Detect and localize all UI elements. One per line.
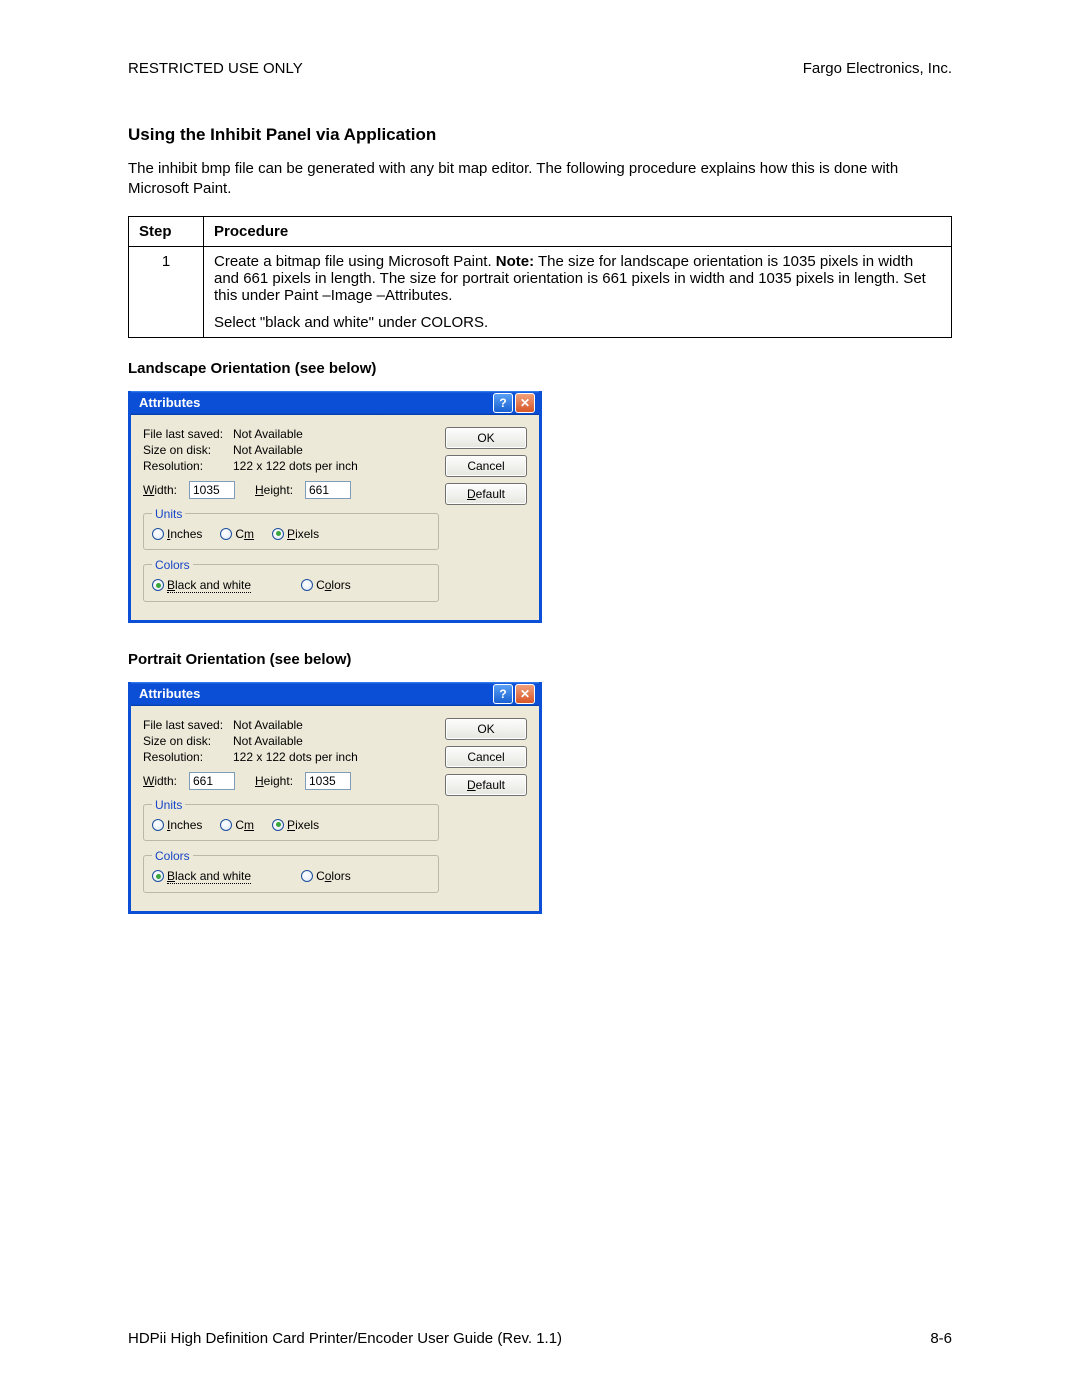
cancel-button[interactable]: Cancel — [445, 746, 527, 768]
radio-cm[interactable]: Cm — [220, 527, 254, 541]
header-left: RESTRICTED USE ONLY — [128, 60, 303, 77]
close-icon[interactable]: ✕ — [515, 684, 535, 704]
ok-button[interactable]: OK — [445, 718, 527, 740]
colors-group: Colors Black and white Colors — [143, 558, 439, 602]
radio-inches[interactable]: Inches — [152, 818, 202, 832]
width-label: Width: — [143, 483, 183, 497]
height-label: Height: — [255, 483, 299, 497]
dialog-title: Attributes — [139, 395, 200, 410]
height-input[interactable] — [305, 772, 351, 790]
default-button[interactable]: Default — [445, 774, 527, 796]
info-grid: File last saved:Not Available Size on di… — [143, 718, 439, 764]
radio-colors[interactable]: Colors — [301, 578, 351, 592]
info-grid: File last saved:Not Available Size on di… — [143, 427, 439, 473]
radio-bw[interactable]: Black and white — [152, 578, 251, 593]
default-button[interactable]: Default — [445, 483, 527, 505]
height-input[interactable] — [305, 481, 351, 499]
section-heading: Using the Inhibit Panel via Application — [128, 125, 952, 145]
radio-inches[interactable]: Inches — [152, 527, 202, 541]
dialog-title: Attributes — [139, 686, 200, 701]
page-footer: HDPii High Definition Card Printer/Encod… — [128, 1330, 952, 1347]
attributes-dialog-portrait: Attributes ? ✕ File last saved:Not Avail… — [128, 682, 542, 914]
header-right: Fargo Electronics, Inc. — [803, 60, 952, 77]
landscape-subhead: Landscape Orientation (see below) — [128, 360, 952, 377]
colors-group: Colors Black and white Colors — [143, 849, 439, 893]
step-number: 1 — [129, 246, 204, 337]
dialog-titlebar: Attributes ? ✕ — [131, 391, 539, 415]
col-procedure: Procedure — [204, 216, 952, 246]
radio-bw[interactable]: Black and white — [152, 869, 251, 884]
attributes-dialog-landscape: Attributes ? ✕ File last saved:Not Avail… — [128, 391, 542, 623]
step-procedure: Create a bitmap file using Microsoft Pai… — [204, 246, 952, 337]
width-input[interactable] — [189, 772, 235, 790]
cancel-button[interactable]: Cancel — [445, 455, 527, 477]
units-group: Units Inches Cm Pixels — [143, 798, 439, 841]
close-icon[interactable]: ✕ — [515, 393, 535, 413]
width-input[interactable] — [189, 481, 235, 499]
ok-button[interactable]: OK — [445, 427, 527, 449]
units-group: Units Inches Cm Pixels — [143, 507, 439, 550]
step-table: Step Procedure 1 Create a bitmap file us… — [128, 216, 952, 338]
height-label: Height: — [255, 774, 299, 788]
dialog-titlebar: Attributes ? ✕ — [131, 682, 539, 706]
radio-colors[interactable]: Colors — [301, 869, 351, 883]
col-step: Step — [129, 216, 204, 246]
page-header: RESTRICTED USE ONLY Fargo Electronics, I… — [128, 60, 952, 77]
help-icon[interactable]: ? — [493, 684, 513, 704]
radio-pixels[interactable]: Pixels — [272, 818, 319, 832]
help-icon[interactable]: ? — [493, 393, 513, 413]
portrait-subhead: Portrait Orientation (see below) — [128, 651, 952, 668]
radio-cm[interactable]: Cm — [220, 818, 254, 832]
radio-pixels[interactable]: Pixels — [272, 527, 319, 541]
footer-right: 8-6 — [930, 1330, 952, 1347]
footer-left: HDPii High Definition Card Printer/Encod… — [128, 1330, 562, 1347]
width-label: Width: — [143, 774, 183, 788]
intro-paragraph: The inhibit bmp file can be generated wi… — [128, 159, 952, 200]
